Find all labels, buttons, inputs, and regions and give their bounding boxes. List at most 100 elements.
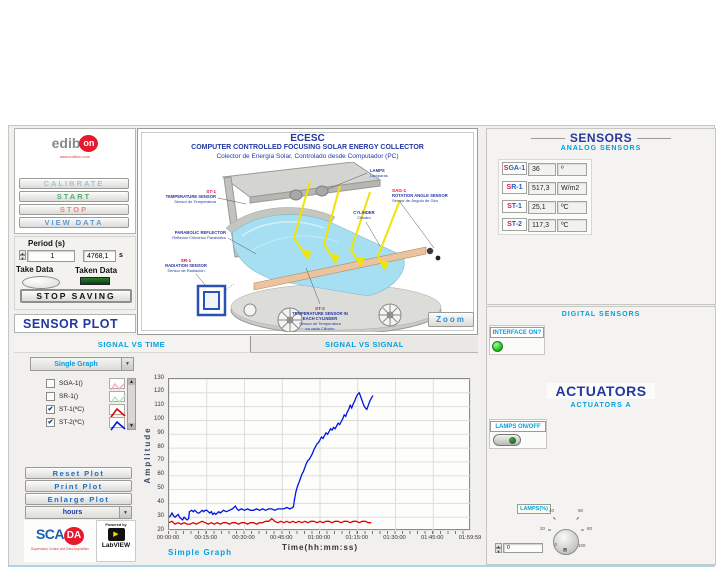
svg-text:Sensor de Radiación: Sensor de Radiación (167, 268, 204, 273)
enlarge-plot-button[interactable]: Enlarge Plot (25, 493, 132, 505)
scada-logo: SCADA Supervisory Control and Data Acqui… (24, 520, 96, 562)
lamp-icon (316, 186, 328, 196)
sensor-value-sr1: 517,3 (528, 182, 556, 195)
sensors-title: SENSORS (570, 131, 632, 145)
edibon-url: www.edibon.com (15, 154, 135, 159)
diagram-label-sag1: SAG-1 ROTATION ANGLE SENSOR Sensor de Án… (392, 188, 448, 203)
stop-button[interactable]: STOP (19, 204, 129, 215)
time-unit-value: hours (26, 507, 119, 518)
sensor-unit-st2: ºC (557, 219, 587, 232)
edibon-logo-circle: on (79, 135, 98, 152)
y-axis-title: Amplitude (143, 395, 152, 515)
sensor-value-st1: 25,1 (528, 201, 556, 214)
knob-tick-20: 20 (531, 526, 545, 531)
time-unit-dropdown[interactable]: hours ▼ (25, 506, 132, 519)
graph-footer-label: Simple Graph (168, 548, 232, 557)
diagram-label-st1: ST-1 TEMPERATURE SENSOR Sensor de Temper… (166, 189, 217, 204)
lamps-onoff-label: LAMPS ON/OFF (495, 424, 540, 430)
elapsed-time-display: 4768,1 (83, 250, 116, 262)
lamps-onoff-label-box: LAMPS ON/OFF (490, 421, 546, 432)
actuators-title-row: ACTUATORS (486, 383, 716, 401)
legend-line-icon (109, 391, 125, 402)
scroll-down-icon[interactable]: ▼ (128, 423, 135, 429)
diagram-label-reflector: PARABOLIC REFLECTOR Reflector Cilíndrico… (172, 230, 227, 240)
sensor-unit-sr1: W/m2 (557, 182, 587, 195)
chart-plot-area (168, 378, 470, 530)
print-plot-button[interactable]: Print Plot (25, 480, 132, 492)
scada-tagline: Supervisory Control and Data Acquisition (24, 547, 96, 551)
graph-mode-value: Single Graph (31, 358, 121, 370)
lamps-onoff-toggle[interactable] (493, 434, 521, 446)
legend-item-sr1: SR-1() (46, 391, 136, 402)
actuators-a-subtitle: ACTUATORS A (486, 402, 716, 409)
svg-text:Cilindro: Cilindro (357, 215, 371, 220)
take-data-toggle[interactable] (22, 276, 60, 289)
sensor-label-sr1: SR-1 (502, 181, 527, 194)
legend-line-icon (109, 404, 125, 415)
taken-data-label: Taken Data (75, 266, 117, 275)
knob-tick-40: 40 (540, 508, 554, 513)
interface-on-label-box: INTERFACE ON? (490, 327, 544, 338)
chevron-down-icon: ▼ (121, 358, 133, 370)
actuators-title: ACTUATORS (547, 383, 654, 399)
graph-mode-dropdown[interactable]: Single Graph ▼ (30, 357, 134, 371)
legend-scrollbar[interactable]: ▲ ▼ (127, 378, 136, 430)
start-button[interactable]: START (19, 191, 129, 202)
interface-on-led (492, 341, 503, 352)
svg-text:en cada Cilindro: en cada Cilindro (306, 326, 336, 331)
legend-checkbox-sr1[interactable] (46, 392, 55, 401)
diagram-label-lamps: LAMPS Lámparas (370, 168, 388, 178)
period-label: Period (s) (28, 239, 65, 248)
svg-text:Reflector Cilíndrico Parabólic: Reflector Cilíndrico Parabólico (172, 235, 227, 240)
tab-signal-vs-signal[interactable]: SIGNAL VS SIGNAL (250, 336, 478, 353)
sensor-label-st2: ST-2 (502, 218, 527, 231)
sensor-label-st1: ST-1 (502, 200, 527, 213)
period-spinner[interactable]: ▲▼ (19, 250, 26, 260)
knob-tick-0: 0 (543, 542, 557, 547)
sensors-title-row: SENSORS (486, 131, 716, 145)
digital-sensors-subtitle: DIGITAL SENSORS (486, 311, 716, 318)
analog-sensors-subtitle: ANALOG SENSORS (486, 145, 716, 152)
radiation-sensor-icon (198, 284, 234, 315)
legend-checkbox-sga1[interactable] (46, 379, 55, 388)
scroll-up-icon[interactable]: ▲ (128, 379, 135, 385)
legend-checkbox-st2[interactable] (46, 418, 55, 427)
legend-line-icon (109, 378, 125, 389)
period-input[interactable]: 1 (27, 250, 75, 262)
interface-on-label: INTERFACE ON? (493, 330, 541, 336)
legend-item-st2: ST-2(ºC) (46, 417, 136, 428)
svg-text:Sensor de Temperatura: Sensor de Temperatura (174, 199, 217, 204)
chevron-down-icon: ▼ (119, 507, 131, 518)
reset-plot-button[interactable]: Reset Plot (25, 467, 132, 479)
svg-text:Lámparas: Lámparas (370, 173, 388, 178)
legend-item-sga1: SGA-1() (46, 378, 136, 389)
sensor-label-sga1: SGA-1 (502, 162, 527, 175)
sensor-value-st2: 117,3 (528, 219, 556, 232)
edibon-logo: edibon www.edibon.com (15, 129, 135, 159)
lamp-icon (290, 190, 302, 200)
tab-signal-vs-time[interactable]: SIGNAL VS TIME (14, 336, 249, 353)
legend-item-st1: ST-1(ºC) (46, 404, 136, 415)
knob-tick-100: 100 (578, 543, 592, 548)
lamps-percent-input[interactable]: 0 (503, 543, 543, 553)
knob-tick-80: 80 (587, 526, 601, 531)
stop-saving-button[interactable]: STOP SAVING (20, 289, 132, 303)
elapsed-time-unit: s (119, 252, 123, 259)
calibrate-button[interactable]: CALIBRATE (19, 178, 129, 189)
scada-app: edibon www.edibon.com CALIBRATE START ST… (0, 0, 723, 584)
bottom-divider (8, 565, 715, 567)
svg-text:Sensor de Ángulo de Giro: Sensor de Ángulo de Giro (392, 198, 439, 203)
sensor-unit-sga1: º (557, 163, 587, 176)
diagram-label-sr1: SR-1 RADIATION SENSOR Sensor de Radiació… (165, 258, 207, 273)
sensor-value-sga1: 36 (528, 163, 556, 176)
lamps-percent-spinner[interactable]: ▲▼ (495, 543, 502, 553)
diagram-subtitle-es: Colector de Energía Solar, Controlado de… (137, 153, 478, 160)
view-data-button[interactable]: VIEW DATA (19, 217, 129, 228)
taken-data-led (80, 277, 110, 285)
branding-area: SCADA Supervisory Control and Data Acqui… (24, 520, 136, 562)
legend-checkbox-st1[interactable] (46, 405, 55, 414)
zoom-button[interactable]: Zoom (428, 312, 474, 327)
sensor-unit-st1: ºC (557, 201, 587, 214)
x-axis-title: Time(hh:mm:ss) (235, 543, 405, 552)
knob-tick-60: 60 (578, 508, 592, 513)
